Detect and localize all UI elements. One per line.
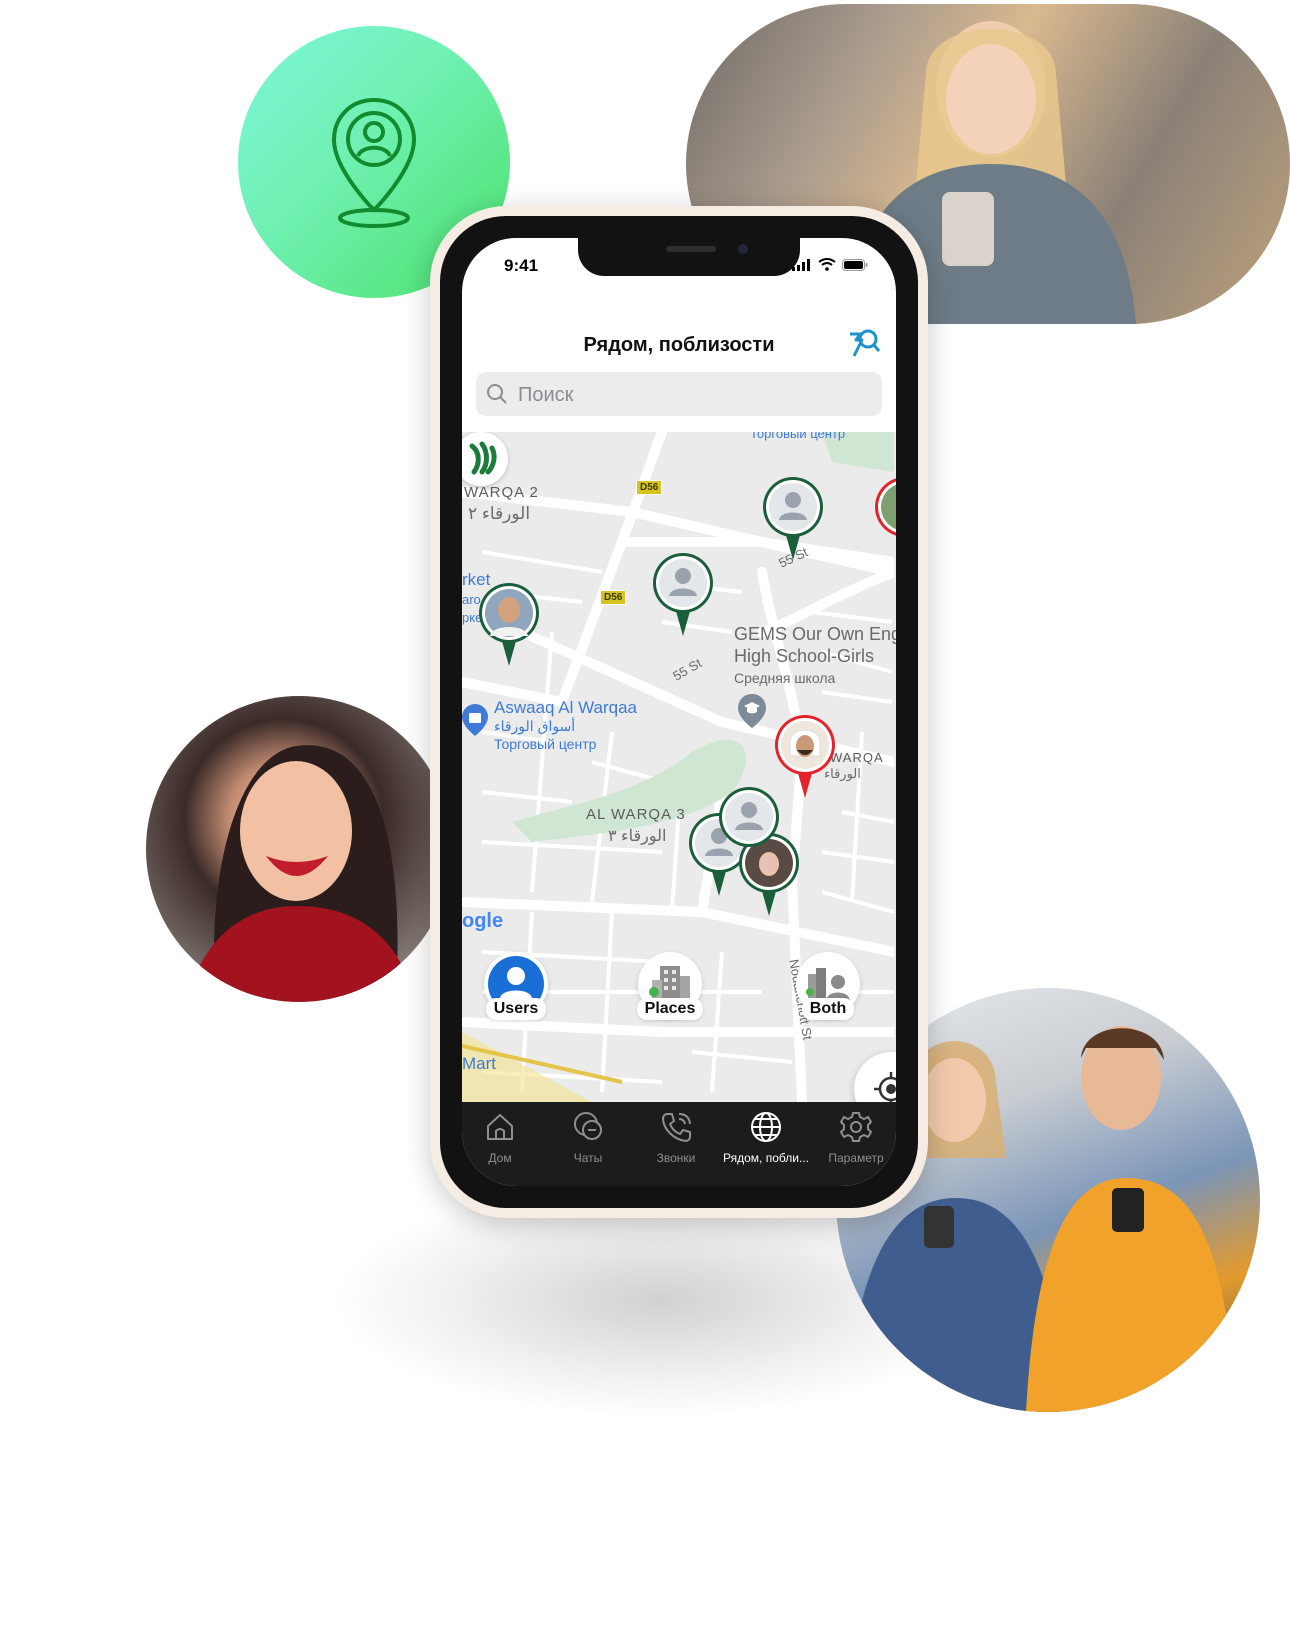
school-icon [738, 694, 766, 733]
status-time: 9:41 [504, 256, 539, 275]
user-marker-edge[interactable] [874, 476, 896, 556]
phone-mockup: 9:41 Рядом, поблизости Поиск WARQA 2 الو… [430, 206, 928, 1218]
page-title: Рядом, поблизости [583, 334, 775, 356]
phone-bezel: 9:41 Рядом, поблизости Поиск WARQA 2 الو… [440, 216, 918, 1208]
tab-bar: Дом Чаты Звонки Рядом, побли... Параметр [462, 1102, 896, 1186]
map-label-top-mall: Торговый центр [750, 432, 846, 441]
app-logo-icon [469, 441, 497, 475]
tab-settings[interactable]: Параметр [812, 1110, 896, 1165]
wifi-icon [818, 258, 836, 271]
home-icon [487, 1114, 513, 1140]
speaker-grill [666, 246, 716, 252]
map-label-aswaaq-ru: Торговый центр [494, 736, 597, 752]
user-photo-pin-red-icon [875, 478, 896, 536]
tab-home[interactable]: Дом [462, 1110, 544, 1165]
shopping-icon [462, 704, 488, 741]
tab-home-label: Дом [488, 1151, 512, 1165]
my-location-button[interactable] [854, 1052, 896, 1102]
road-sign-d56-top: D56 [636, 480, 663, 495]
google-logo: ogle [462, 910, 504, 932]
tab-chats[interactable]: Чаты [544, 1110, 632, 1165]
filter-places-label: Places [636, 998, 704, 1020]
photo-woman-laughing-silhouette [186, 745, 416, 1002]
user-marker-placeholder-4[interactable] [718, 786, 780, 866]
tab-nearby-label: Рядом, побли... [723, 1151, 809, 1165]
tab-nearby[interactable]: Рядом, побли... [722, 1110, 810, 1165]
filter-users-label: Users [485, 998, 547, 1020]
user-photo-pin-red-icon [775, 715, 835, 798]
user-marker-red-photo[interactable] [774, 714, 836, 798]
filter-both-label: Both [801, 998, 855, 1020]
search-bar[interactable] [476, 372, 882, 418]
map-label-gems-2: High School-Girls [734, 646, 875, 666]
map-label-warqa3-ar: الورقاء ٣ [608, 828, 667, 845]
user-placeholder-pin-icon [763, 477, 823, 560]
app-logo-marker[interactable] [462, 432, 508, 486]
map-label-aswaaq: Aswaaq Al Warqaa [494, 698, 637, 717]
search-icon [487, 384, 507, 404]
filter-places-button[interactable]: Places [636, 952, 704, 1032]
tab-calls[interactable]: Звонки [632, 1110, 720, 1165]
globe-icon [751, 1112, 781, 1142]
battery-icon [842, 258, 868, 271]
road-sign-d56-mid: D56 [600, 590, 627, 605]
map-label-warqa3: AL WARQA 3 [586, 806, 686, 823]
map-label-gems-ru: Средняя школа [734, 670, 836, 686]
filter-both-button[interactable]: Both [796, 952, 860, 1032]
front-camera [738, 244, 748, 254]
search-location-icon [850, 329, 881, 357]
user-placeholder-pin-icon [653, 553, 713, 636]
map-label-warqa-right: WARQA [830, 750, 884, 765]
user-photo-pin-icon [479, 583, 539, 666]
user-marker-placeholder-1[interactable] [762, 476, 824, 560]
crosshair-icon [874, 1072, 896, 1102]
photo-woman-laughing [146, 696, 452, 1002]
chat-icon [574, 1112, 602, 1140]
filter-users-button[interactable]: Users [484, 952, 548, 1032]
user-marker-man-photo[interactable] [478, 582, 540, 666]
map-label-gems-1: GEMS Our Own Eng [734, 624, 896, 644]
location-person-icon [331, 97, 417, 228]
user-placeholder-pin-icon [719, 787, 779, 847]
tab-chats-label: Чаты [573, 1151, 603, 1165]
phone-icon [662, 1113, 691, 1142]
phone-notch [578, 238, 800, 276]
map-label-warqa2: WARQA 2 [464, 484, 539, 501]
map-label-warqa2-ar: الورقاء ٢ [468, 504, 531, 523]
map-label-mart: Mart [462, 1054, 496, 1073]
signal-icon [792, 258, 810, 271]
status-icons [792, 258, 868, 271]
search-input[interactable] [516, 372, 820, 418]
map-search-button[interactable] [846, 326, 882, 362]
user-marker-placeholder-2[interactable] [652, 552, 714, 636]
gear-icon [840, 1112, 872, 1142]
map-view[interactable]: WARQA 2 الورقاء ٢ rket aro рке Торговый … [462, 432, 896, 1102]
tab-calls-label: Звонки [656, 1151, 696, 1165]
tab-settings-label: Параметр [828, 1151, 884, 1165]
map-label-aswaaq-ar: أسواق الورقاء [494, 718, 576, 734]
app-screen: 9:41 Рядом, поблизости Поиск WARQA 2 الو… [462, 238, 896, 1186]
